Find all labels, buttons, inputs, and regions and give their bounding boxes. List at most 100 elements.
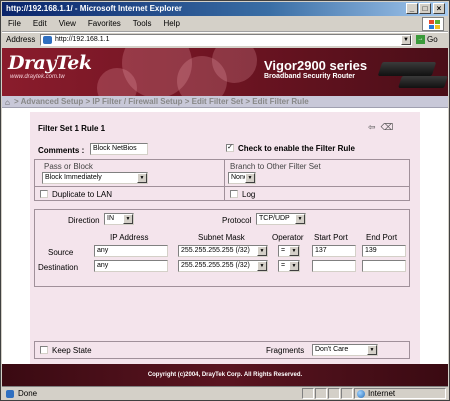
page-content: DrayTek www.draytek.com.tw Vigor2900 ser… <box>2 48 448 386</box>
col-operator: Operator <box>272 233 304 242</box>
source-mask-select[interactable]: 255.255.255.255 (/32) ▼ <box>178 245 268 257</box>
back-arrow-icon[interactable]: ⇦ <box>368 122 376 132</box>
main-area: Filter Set 1 Rule 1 ⇦ ⌫ Comments : Block… <box>2 108 448 386</box>
source-mask-value: 255.255.255.255 (/32) <box>181 247 250 254</box>
footer: Copyright (c)2004, DrayTek Corp. All Rig… <box>2 364 448 386</box>
brand-logo: DrayTek <box>8 52 92 74</box>
pass-block-value: Block Immediately <box>45 174 102 181</box>
destination-label: Destination <box>38 263 79 272</box>
branch-label: Branch to Other Filter Set <box>230 162 321 171</box>
product-name: Vigor2900 series <box>264 58 368 73</box>
status-bar: Done Internet <box>2 386 448 400</box>
duplicate-lan-checkbox[interactable] <box>40 190 48 198</box>
log-label: Log <box>242 190 256 199</box>
pass-block-label: Pass or Block <box>44 162 93 171</box>
destination-mask-value: 255.255.255.255 (/32) <box>181 262 250 269</box>
direction-label: Direction <box>68 216 100 225</box>
keep-state-label: Keep State <box>52 346 92 355</box>
fragments-label: Fragments <box>266 346 305 355</box>
protocol-label: Protocol <box>222 216 252 225</box>
maximize-button[interactable]: □ <box>419 3 431 14</box>
source-start-port-input[interactable]: 137 <box>312 245 356 257</box>
zone-text: Internet <box>368 389 396 398</box>
destination-mask-select[interactable]: 255.255.255.255 (/32) ▼ <box>178 260 268 272</box>
close-button[interactable]: × <box>433 3 445 14</box>
chevron-down-icon: ▼ <box>257 246 267 256</box>
comments-input[interactable]: Block NetBios <box>90 143 148 155</box>
duplicate-lan-label: Duplicate to LAN <box>52 190 113 199</box>
fragments-value: Don't Care <box>315 346 349 353</box>
col-subnet-mask: Subnet Mask <box>198 233 245 242</box>
address-dropdown-icon[interactable]: ▼ <box>401 35 411 45</box>
browser-window: http://192.168.1.1/ - Microsoft Internet… <box>0 0 450 401</box>
go-button[interactable]: → Go <box>416 35 438 45</box>
page-done-icon <box>6 390 14 398</box>
destination-operator-value: = <box>281 262 286 269</box>
address-label: Address <box>6 35 36 44</box>
destination-start-port-input[interactable] <box>312 260 356 272</box>
windows-logo-icon <box>422 17 444 31</box>
col-start-port: Start Port <box>314 233 348 242</box>
direction-value: IN <box>107 215 114 222</box>
source-ip-input[interactable]: any <box>94 245 168 257</box>
enable-rule-label: Check to enable the Filter Rule <box>238 144 355 153</box>
menu-tools[interactable]: Tools <box>127 16 158 28</box>
menu-help[interactable]: Help <box>157 16 185 28</box>
rule-title: Filter Set 1 Rule 1 <box>38 124 106 133</box>
breadcrumb: > Advanced Setup > IP Filter / Firewall … <box>14 97 309 106</box>
fragments-select[interactable]: Don't Care ▼ <box>312 344 378 356</box>
destination-end-port-input[interactable] <box>362 260 406 272</box>
product-tagline: Broadband Security Router <box>264 73 356 80</box>
source-label: Source <box>48 248 74 257</box>
go-label: Go <box>427 35 438 44</box>
col-ip-address: IP Address <box>110 233 149 242</box>
address-bar: Address http://192.168.1.1 ▼ → Go <box>2 32 448 47</box>
window-title: http://192.168.1.1/ - Microsoft Internet… <box>6 4 183 13</box>
chevron-down-icon: ▼ <box>367 345 377 355</box>
direction-select[interactable]: IN ▼ <box>104 213 134 225</box>
chevron-down-icon: ▼ <box>289 261 299 271</box>
brand-url: www.draytek.com.tw <box>10 74 65 80</box>
page-icon <box>43 36 52 44</box>
nav-icons: ⇦ ⌫ <box>368 122 393 133</box>
chevron-down-icon: ▼ <box>257 261 267 271</box>
chevron-down-icon: ▼ <box>245 173 255 183</box>
menu-favorites[interactable]: Favorites <box>82 16 127 28</box>
title-bar: http://192.168.1.1/ - Microsoft Internet… <box>2 2 448 16</box>
source-end-port-input[interactable]: 139 <box>362 245 406 257</box>
protocol-value: TCP/UDP <box>259 215 290 222</box>
address-input[interactable]: http://192.168.1.1 ▼ <box>40 34 412 46</box>
router-image <box>377 62 437 76</box>
header-banner: DrayTek www.draytek.com.tw Vigor2900 ser… <box>2 48 448 96</box>
chevron-down-icon: ▼ <box>137 173 147 183</box>
protocol-select[interactable]: TCP/UDP ▼ <box>256 213 306 225</box>
chevron-down-icon: ▼ <box>289 246 299 256</box>
status-text: Done <box>18 389 38 398</box>
enable-rule-checkbox[interactable]: ✓ <box>226 144 234 152</box>
internet-zone-icon <box>357 390 365 398</box>
breadcrumb-bar: ⌂ > Advanced Setup > IP Filter / Firewal… <box>2 96 448 108</box>
destination-ip-input[interactable]: any <box>94 260 168 272</box>
comments-label: Comments : <box>38 146 85 155</box>
minimize-button[interactable]: _ <box>406 3 418 14</box>
home-icon[interactable]: ⌂ <box>5 98 10 107</box>
router-image-2 <box>398 76 448 88</box>
chevron-down-icon: ▼ <box>123 214 133 224</box>
source-operator-value: = <box>281 247 286 254</box>
col-end-port: End Port <box>366 233 398 242</box>
menu-file[interactable]: File <box>2 16 27 28</box>
menu-bar: File Edit View Favorites Tools Help <box>2 16 448 32</box>
source-operator-select[interactable]: = ▼ <box>278 245 300 257</box>
chevron-down-icon: ▼ <box>295 214 305 224</box>
go-arrow-icon: → <box>416 35 425 45</box>
clear-icon[interactable]: ⌫ <box>381 122 394 132</box>
log-checkbox[interactable] <box>230 190 238 198</box>
keep-state-checkbox[interactable] <box>40 346 48 354</box>
branch-select[interactable]: None ▼ <box>228 172 256 184</box>
pass-block-select[interactable]: Block Immediately ▼ <box>42 172 148 184</box>
menu-edit[interactable]: Edit <box>27 16 53 28</box>
address-value: http://192.168.1.1 <box>55 36 110 43</box>
menu-view[interactable]: View <box>53 16 82 28</box>
filter-rule-panel: Filter Set 1 Rule 1 ⇦ ⌫ Comments : Block… <box>30 112 420 364</box>
destination-operator-select[interactable]: = ▼ <box>278 260 300 272</box>
